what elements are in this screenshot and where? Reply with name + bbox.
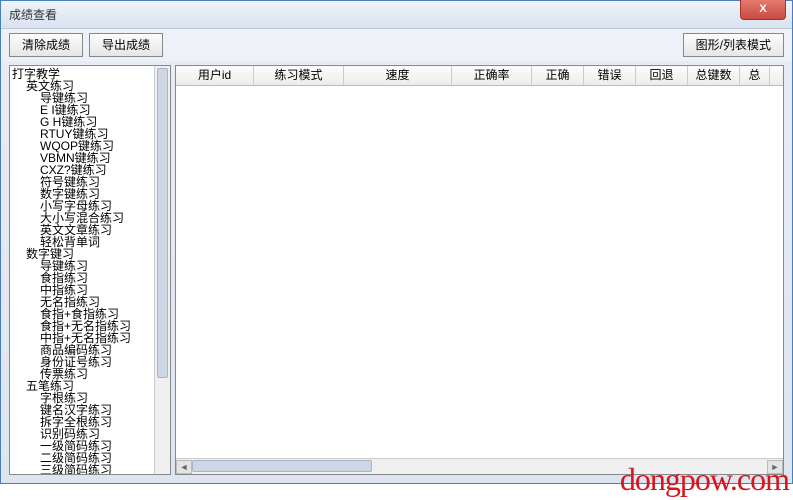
tree-panel: 打字教学英文练习导键练习E I键练习G H键练习RTUY键练习WQOP键练习VB… xyxy=(9,65,171,475)
column-header-0[interactable]: 用户id xyxy=(176,66,254,85)
tree-root[interactable]: 打字教学英文练习导键练习E I键练习G H键练习RTUY键练习WQOP键练习VB… xyxy=(10,66,170,475)
tree-group-1[interactable]: 数字键习 xyxy=(12,248,170,260)
close-button[interactable]: X xyxy=(740,0,786,20)
column-header-6[interactable]: 回退 xyxy=(636,66,688,85)
tree-group-2[interactable]: 五笔练习 xyxy=(12,380,170,392)
main-window: 成绩查看 X 清除成绩 导出成绩 图形/列表模式 打字教学英文练习导键练习E I… xyxy=(0,0,793,484)
clear-scores-button[interactable]: 清除成绩 xyxy=(9,33,83,57)
tree-item-2-6[interactable]: 三级简码练习 xyxy=(12,464,170,475)
toolbar: 清除成绩 导出成绩 图形/列表模式 xyxy=(1,29,792,61)
column-header-1[interactable]: 练习模式 xyxy=(254,66,344,85)
column-header-2[interactable]: 速度 xyxy=(344,66,452,85)
scroll-track[interactable] xyxy=(192,460,767,474)
toggle-mode-button[interactable]: 图形/列表模式 xyxy=(683,33,784,57)
table-panel: 用户id练习模式速度正确率正确错误回退总键数总 ◄ ► xyxy=(175,65,784,475)
window-title: 成绩查看 xyxy=(9,6,57,23)
export-scores-button[interactable]: 导出成绩 xyxy=(89,33,163,57)
table-h-scrollbar[interactable]: ◄ ► xyxy=(176,458,783,474)
content-area: 打字教学英文练习导键练习E I键练习G H键练习RTUY键练习WQOP键练习VB… xyxy=(9,65,784,475)
scroll-left-button[interactable]: ◄ xyxy=(176,460,192,474)
tree-group-0[interactable]: 英文练习 xyxy=(12,80,170,92)
tree-scrollbar[interactable] xyxy=(154,66,170,474)
column-header-5[interactable]: 错误 xyxy=(584,66,636,85)
tree-item-0-0[interactable]: 导键练习 xyxy=(12,92,170,104)
tree-item-1-0[interactable]: 导键练习 xyxy=(12,260,170,272)
column-header-3[interactable]: 正确率 xyxy=(452,66,532,85)
tree-item-1-8[interactable]: 身份证号练习 xyxy=(12,356,170,368)
tree-item-1-1[interactable]: 食指练习 xyxy=(12,272,170,284)
column-header-7[interactable]: 总键数 xyxy=(688,66,740,85)
scroll-right-button[interactable]: ► xyxy=(767,460,783,474)
column-header-8[interactable]: 总 xyxy=(740,66,770,85)
scroll-thumb[interactable] xyxy=(192,460,372,472)
table-header: 用户id练习模式速度正确率正确错误回退总键数总 xyxy=(176,66,783,86)
column-header-4[interactable]: 正确 xyxy=(532,66,584,85)
titlebar: 成绩查看 X xyxy=(1,1,792,29)
tree-scrollbar-thumb[interactable] xyxy=(157,68,168,378)
